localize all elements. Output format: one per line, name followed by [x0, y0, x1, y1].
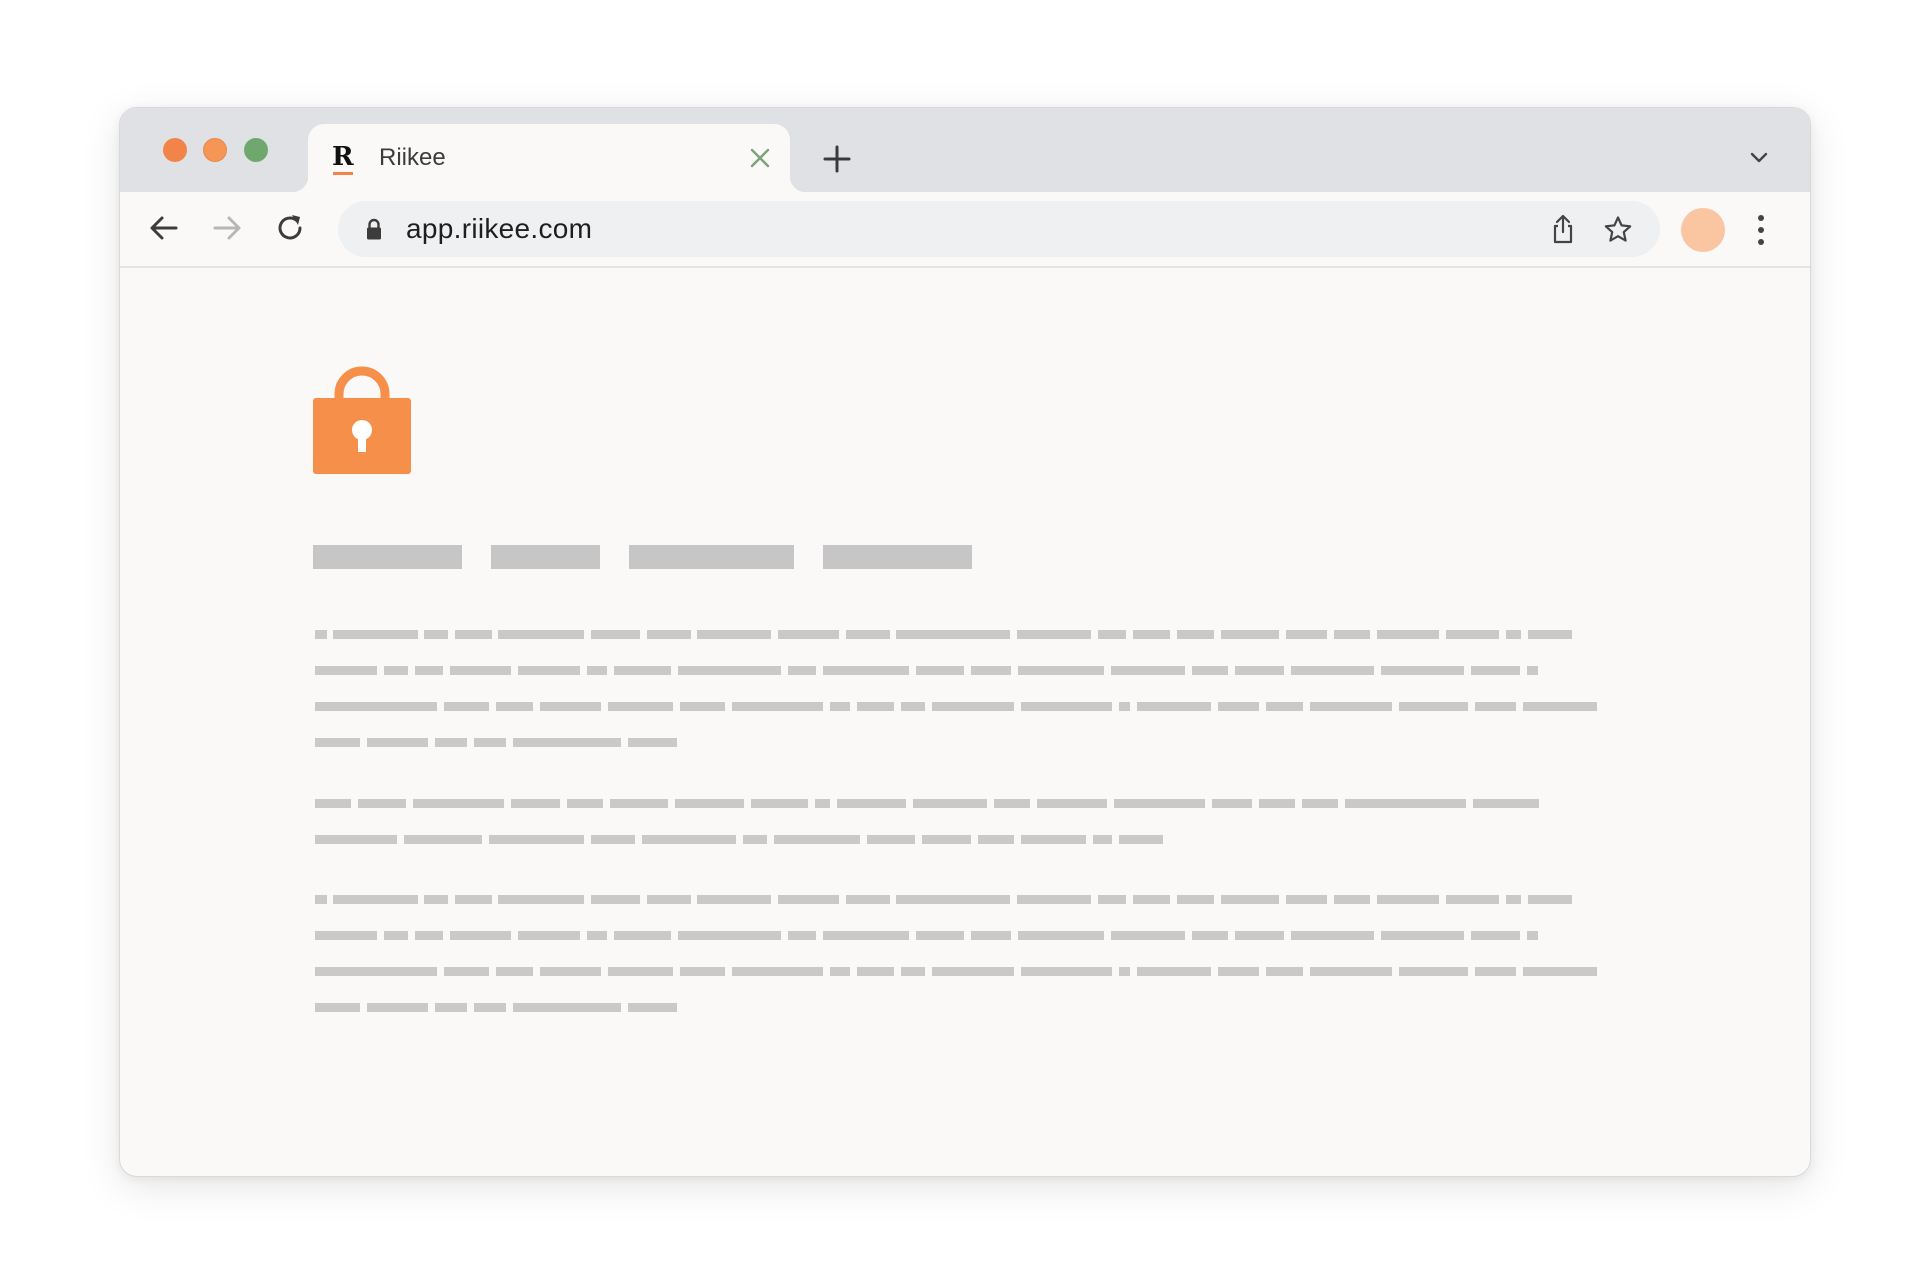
address-bar[interactable]: app.riikee.com — [338, 201, 1660, 257]
favicon-underline — [333, 172, 353, 175]
heading-word-placeholder — [629, 545, 794, 569]
browser-window: R Riikee app.riikee.com — [119, 107, 1811, 1177]
riikee-favicon: R — [332, 142, 360, 175]
reload-icon[interactable] — [272, 210, 308, 246]
page-content — [120, 268, 1810, 1176]
window-minimize-button[interactable] — [203, 138, 227, 162]
browser-toolbar: app.riikee.com — [120, 192, 1810, 268]
share-icon[interactable] — [1548, 213, 1578, 245]
padlock-icon — [313, 366, 411, 474]
active-tab[interactable]: R Riikee — [292, 124, 806, 192]
kebab-menu-icon[interactable] — [1753, 212, 1769, 248]
chevron-down-icon[interactable] — [1748, 146, 1770, 168]
lock-icon[interactable] — [364, 217, 384, 241]
url-text[interactable]: app.riikee.com — [406, 213, 592, 245]
back-arrow-icon[interactable] — [146, 210, 182, 246]
heading-word-placeholder — [313, 545, 462, 569]
star-icon[interactable] — [1602, 214, 1634, 246]
new-tab-plus-icon[interactable] — [820, 142, 854, 176]
tab-strip: R Riikee — [120, 108, 1810, 192]
window-close-button[interactable] — [163, 138, 187, 162]
profile-avatar[interactable] — [1681, 208, 1725, 252]
forward-arrow-icon[interactable] — [209, 210, 245, 246]
heading-word-placeholder — [823, 545, 972, 569]
favicon-letter: R — [332, 142, 354, 172]
tab-title: Riikee — [379, 144, 446, 171]
window-maximize-button[interactable] — [244, 138, 268, 162]
close-icon[interactable] — [748, 146, 772, 170]
heading-word-placeholder — [491, 545, 600, 569]
